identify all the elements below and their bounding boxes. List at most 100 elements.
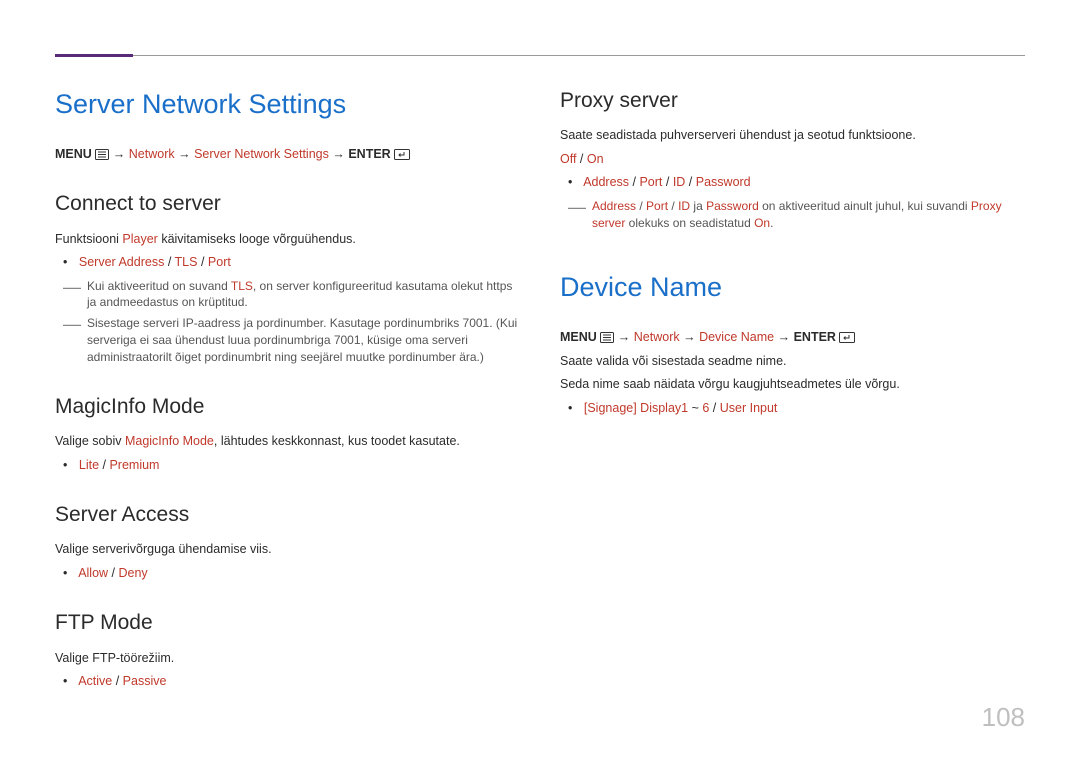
option: [Signage] Display1 bbox=[584, 401, 688, 415]
breadcrumb-devicename-item: Device Name bbox=[699, 330, 774, 344]
heading-connect-to-server: Connect to server bbox=[55, 189, 520, 218]
breadcrumb-sns: MENU → Network → Server Network Settings… bbox=[55, 146, 520, 164]
text-accent: TLS bbox=[231, 279, 253, 293]
dash-icon: ― bbox=[568, 198, 586, 232]
text: , lähtudes keskkonnast, kus toodet kasut… bbox=[214, 434, 460, 448]
breadcrumb-sns-item: Server Network Settings bbox=[194, 147, 329, 161]
device-para2: Seda nime saab näidata võrgu kaugjuhtsea… bbox=[560, 376, 1025, 394]
option: ID bbox=[673, 175, 686, 189]
breadcrumb-menu: MENU bbox=[560, 330, 597, 344]
proxy-offon: Off / On bbox=[560, 151, 1025, 169]
note: ― Kui aktiveeritud on suvand TLS, on ser… bbox=[55, 278, 520, 312]
option: Allow bbox=[78, 566, 108, 580]
breadcrumb-device-name: MENU → Network → Device Name → ENTER bbox=[560, 329, 1025, 347]
ftp-bullets: Active / Passive bbox=[55, 673, 520, 691]
enter-icon bbox=[839, 332, 855, 343]
dash-icon: ― bbox=[63, 315, 81, 365]
text-accent: On bbox=[754, 216, 770, 230]
option: On bbox=[587, 152, 604, 166]
text-accent: Port bbox=[646, 199, 668, 213]
note-text: Address / Port / ID ja Password on aktiv… bbox=[592, 198, 1025, 232]
ftp-para: Valige FTP-töörežiim. bbox=[55, 650, 520, 668]
proxy-para: Saate seadistada puhverserveri ühendust … bbox=[560, 127, 1025, 145]
sep: / bbox=[576, 152, 586, 166]
page-number: 108 bbox=[982, 699, 1025, 735]
access-bullets: Allow / Deny bbox=[55, 565, 520, 583]
note-text: Sisestage serveri IP-aadress ja pordinum… bbox=[87, 315, 520, 365]
list-item: Active / Passive bbox=[77, 673, 520, 691]
breadcrumb-enter: ENTER bbox=[794, 330, 836, 344]
access-para: Valige serverivõrguga ühendamise viis. bbox=[55, 541, 520, 559]
option: Premium bbox=[109, 458, 159, 472]
sep: / bbox=[197, 255, 207, 269]
dash-icon: ― bbox=[63, 278, 81, 312]
option: Port bbox=[208, 255, 231, 269]
option: Deny bbox=[118, 566, 147, 580]
breadcrumb-arrow: → bbox=[113, 147, 126, 161]
option: Off bbox=[560, 152, 576, 166]
option: Password bbox=[696, 175, 751, 189]
breadcrumb-arrow: → bbox=[332, 147, 345, 161]
option: Passive bbox=[123, 674, 167, 688]
top-rule bbox=[55, 55, 1025, 56]
heading-proxy-server: Proxy server bbox=[560, 86, 1025, 115]
text: olekuks on seadistatud bbox=[625, 216, 754, 230]
text: Funktsiooni bbox=[55, 232, 122, 246]
sep: / bbox=[112, 674, 122, 688]
magicinfo-para: Valige sobiv MagicInfo Mode, lähtudes ke… bbox=[55, 433, 520, 451]
option: Server Address bbox=[79, 255, 164, 269]
list-item: Server Address / TLS / Port bbox=[77, 254, 520, 272]
sep: / bbox=[636, 199, 646, 213]
note: ― Sisestage serveri IP-aadress ja pordin… bbox=[55, 315, 520, 365]
breadcrumb-enter: ENTER bbox=[348, 147, 390, 161]
note-text: Kui aktiveeritud on suvand TLS, on serve… bbox=[87, 278, 520, 312]
note: ― Address / Port / ID ja Password on akt… bbox=[560, 198, 1025, 232]
heading-magicinfo-mode: MagicInfo Mode bbox=[55, 392, 520, 421]
sep: / bbox=[99, 458, 109, 472]
heading-device-name: Device Name bbox=[560, 269, 1025, 307]
sep: / bbox=[108, 566, 118, 580]
connect-bullets: Server Address / TLS / Port bbox=[55, 254, 520, 272]
left-column: Server Network Settings MENU → Network →… bbox=[55, 86, 520, 697]
text: käivitamiseks looge võrguühendus. bbox=[158, 232, 356, 246]
text: . bbox=[770, 216, 773, 230]
text: Kui aktiveeritud on suvand bbox=[87, 279, 231, 293]
enter-icon bbox=[394, 149, 410, 160]
text-accent: Player bbox=[122, 232, 157, 246]
breadcrumb-arrow: → bbox=[683, 330, 696, 344]
content-columns: Server Network Settings MENU → Network →… bbox=[55, 86, 1025, 697]
list-item: Address / Port / ID / Password bbox=[582, 174, 1025, 192]
heading-server-access: Server Access bbox=[55, 500, 520, 529]
text: Valige sobiv bbox=[55, 434, 125, 448]
text-accent: ID bbox=[678, 199, 690, 213]
text-accent: MagicInfo Mode bbox=[125, 434, 214, 448]
sep: ~ bbox=[688, 401, 702, 415]
breadcrumb-network: Network bbox=[129, 147, 175, 161]
list-item: Lite / Premium bbox=[77, 457, 520, 475]
option: Port bbox=[639, 175, 662, 189]
text: ja bbox=[690, 199, 706, 213]
option: User Input bbox=[720, 401, 778, 415]
option: Address bbox=[583, 175, 629, 189]
sep: / bbox=[685, 175, 695, 189]
sep: / bbox=[662, 175, 672, 189]
text: on aktiveeritud ainult juhul, kui suvand… bbox=[759, 199, 971, 213]
device-para1: Saate valida või sisestada seadme nime. bbox=[560, 353, 1025, 371]
text-accent: Address bbox=[592, 199, 636, 213]
option: Lite bbox=[79, 458, 99, 472]
breadcrumb-arrow: → bbox=[778, 330, 791, 344]
menu-icon bbox=[95, 149, 109, 160]
sep: / bbox=[629, 175, 639, 189]
heading-ftp-mode: FTP Mode bbox=[55, 608, 520, 637]
device-bullets: [Signage] Display1 ~ 6 / User Input bbox=[560, 400, 1025, 418]
option: Active bbox=[78, 674, 112, 688]
connect-para: Funktsiooni Player käivitamiseks looge v… bbox=[55, 231, 520, 249]
menu-icon bbox=[600, 332, 614, 343]
magicinfo-bullets: Lite / Premium bbox=[55, 457, 520, 475]
proxy-bullets: Address / Port / ID / Password bbox=[560, 174, 1025, 192]
sep: / bbox=[709, 401, 719, 415]
sep: / bbox=[668, 199, 678, 213]
breadcrumb-arrow: → bbox=[618, 330, 631, 344]
breadcrumb-menu: MENU bbox=[55, 147, 92, 161]
breadcrumb-network: Network bbox=[634, 330, 680, 344]
